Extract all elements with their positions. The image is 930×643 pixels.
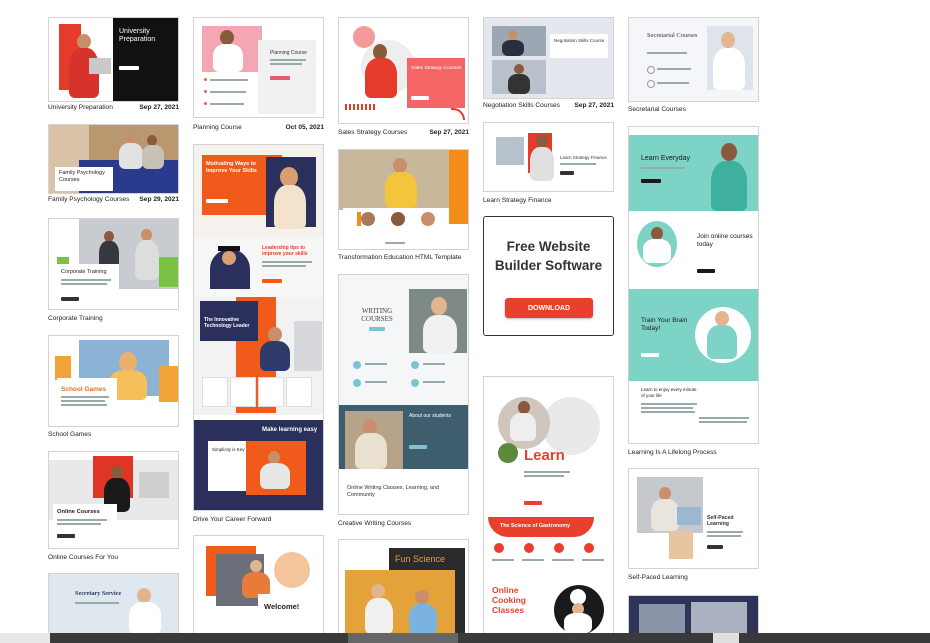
template-heading: WRITING COURSES: [361, 307, 393, 323]
template-heading: Welcome!: [264, 602, 300, 611]
template-card-fun-science[interactable]: Fun Science: [338, 539, 469, 633]
template-caption: Negotiation Skills Courses: [483, 102, 560, 109]
template-card-learn-strategy[interactable]: Learn Strategy Finance Learn Strategy Fi…: [483, 122, 614, 207]
ad-banner-website-builder[interactable]: Free Website Builder Software DOWNLOAD: [483, 216, 614, 336]
template-card-sales-strategy[interactable]: Sales Strategy Courses Sales Strategy Co…: [338, 17, 469, 140]
template-heading-4: Learn to enjoy every minute of your life: [641, 387, 697, 398]
template-thumbnail[interactable]: [628, 595, 759, 633]
template-date: Sep 27, 2021: [139, 104, 179, 111]
template-heading-3: Online Writing Classes, Learning, and Co…: [347, 485, 440, 498]
template-caption: Learn Strategy Finance: [483, 197, 552, 204]
template-caption: Planning Course: [193, 124, 242, 131]
template-heading-2: Join online courses today: [697, 233, 753, 248]
template-caption: Transformation Education HTML Template: [338, 254, 462, 261]
template-thumbnail[interactable]: Corporate Training: [48, 218, 179, 310]
template-heading-2: The Science of Gastronomy: [500, 523, 571, 529]
template-heading-3: Train Your Brain Today!: [641, 317, 688, 332]
template-thumbnail[interactable]: [338, 149, 469, 250]
template-card-secretary-service[interactable]: Secretary Service: [48, 573, 179, 633]
template-card-partial[interactable]: [628, 595, 759, 633]
template-heading: Negotiation Skills Course: [554, 38, 605, 43]
template-card-secretarial[interactable]: Secretarial Courses Secretarial Courses: [628, 17, 759, 115]
template-heading: Secretarial Courses: [647, 32, 698, 39]
ad-title: Free Website Builder Software: [494, 239, 603, 273]
template-thumbnail[interactable]: School Games: [48, 335, 179, 427]
template-heading-1: Motivating Ways to Improve Your Skills: [206, 161, 257, 174]
template-caption: Online Courses For You: [48, 554, 119, 561]
template-card-lifelong-learning[interactable]: Learn Everyday Join online courses today…: [628, 126, 759, 458]
template-card-school-games[interactable]: School Games School Games: [48, 335, 179, 440]
template-thumbnail[interactable]: Learn Strategy Finance: [483, 122, 614, 192]
template-card-self-paced[interactable]: Self-Paced Learning Self-Paced Learning: [628, 468, 759, 583]
template-thumbnail[interactable]: Family Psychology Courses: [48, 124, 179, 194]
template-thumbnail[interactable]: WRITING COURSES About our students Onlin…: [338, 274, 469, 515]
template-heading-5: Simplicity is Key: [212, 447, 245, 452]
template-date: Oct 05, 2021: [285, 124, 325, 131]
template-heading: Self-Paced Learning: [707, 515, 734, 527]
scrollbar-thumb[interactable]: [348, 633, 458, 643]
template-caption: Corporate Training: [48, 315, 103, 322]
template-heading: Family Psychology Courses: [59, 170, 105, 183]
template-heading: Secretary Service: [75, 590, 122, 597]
template-caption: Learning Is A Lifelong Process: [628, 449, 717, 456]
template-heading: Corporate Training: [61, 269, 107, 275]
template-card-negotiation-skills[interactable]: Negotiation Skills Course Negotiation Sk…: [483, 17, 614, 112]
template-card-cooking[interactable]: Learn The Science of Gastronomy Online C…: [483, 376, 614, 633]
template-thumbnail[interactable]: Welcome!: [193, 535, 324, 633]
template-thumbnail[interactable]: Learn The Science of Gastronomy Online C…: [483, 376, 614, 633]
template-card-family-psychology[interactable]: Family Psychology Courses Family Psychol…: [48, 124, 179, 209]
template-caption: Family Psychology Courses: [48, 196, 130, 203]
template-heading: University Preparation: [119, 28, 156, 43]
template-date: Sep 29, 2021: [139, 196, 179, 203]
template-thumbnail[interactable]: Negotiation Skills Course: [483, 17, 614, 99]
template-card-planning-course[interactable]: Planning Course Planning Course Oct 05, …: [193, 17, 324, 134]
template-heading-2: Leadership tips to improve your skills: [262, 245, 308, 257]
download-button[interactable]: DOWNLOAD: [505, 298, 593, 318]
template-thumbnail[interactable]: Self-Paced Learning: [628, 468, 759, 569]
template-thumbnail[interactable]: Motivating Ways to Improve Your Skills L…: [193, 144, 324, 511]
template-heading: Sales Strategy Courses: [411, 66, 462, 71]
template-caption: Secretarial Courses: [628, 106, 686, 113]
template-thumbnail[interactable]: Secretarial Courses: [628, 17, 759, 102]
template-heading-4: Make learning easy: [262, 427, 318, 433]
template-caption: University Preparation: [48, 104, 113, 111]
template-heading: Learn: [524, 447, 565, 464]
template-card-university-preparation[interactable]: University Preparation University Prepar…: [48, 17, 179, 117]
template-caption: Creative Writing Courses: [338, 520, 412, 527]
template-heading-3: Online Cooking Classes: [492, 585, 526, 615]
template-thumbnail[interactable]: Sales Strategy Courses: [338, 17, 469, 124]
template-caption: Self-Paced Learning: [628, 574, 688, 581]
template-card-online-courses[interactable]: Online Courses Online Courses For You: [48, 451, 179, 562]
template-card-welcome[interactable]: Welcome!: [193, 535, 324, 633]
template-thumbnail[interactable]: Learn Everyday Join online courses today…: [628, 126, 759, 444]
template-heading: Planning Course: [270, 50, 307, 56]
template-date: Sep 27, 2021: [429, 129, 469, 136]
template-heading: Learn Strategy Finance: [560, 155, 607, 160]
template-caption: School Games: [48, 431, 92, 438]
template-heading-3: The Innovative Technology Leader: [204, 317, 250, 329]
template-heading-1: Learn Everyday: [641, 155, 691, 162]
template-heading-2: About our students: [409, 413, 451, 419]
template-caption: Sales Strategy Courses: [338, 129, 408, 136]
template-heading: Fun Science: [395, 554, 446, 564]
template-thumbnail[interactable]: Online Courses: [48, 451, 179, 549]
template-thumbnail[interactable]: Planning Course: [193, 17, 324, 118]
template-card-drive-career[interactable]: Motivating Ways to Improve Your Skills L…: [193, 144, 324, 526]
template-card-transformation-education[interactable]: Transformation Education HTML Template: [338, 149, 469, 264]
template-heading: School Games: [61, 386, 107, 393]
template-thumbnail[interactable]: Secretary Service: [48, 573, 179, 633]
template-date: Sep 27, 2021: [574, 102, 614, 109]
template-caption: Drive Your Career Forward: [193, 516, 272, 523]
template-card-creative-writing[interactable]: WRITING COURSES About our students Onlin…: [338, 274, 469, 530]
template-thumbnail[interactable]: University Preparation: [48, 17, 179, 102]
template-card-corporate-training[interactable]: Corporate Training Corporate Training: [48, 218, 179, 325]
template-thumbnail[interactable]: Fun Science: [338, 539, 469, 633]
template-heading: Online Courses: [57, 509, 100, 515]
bottom-scrollbar[interactable]: [0, 633, 930, 643]
